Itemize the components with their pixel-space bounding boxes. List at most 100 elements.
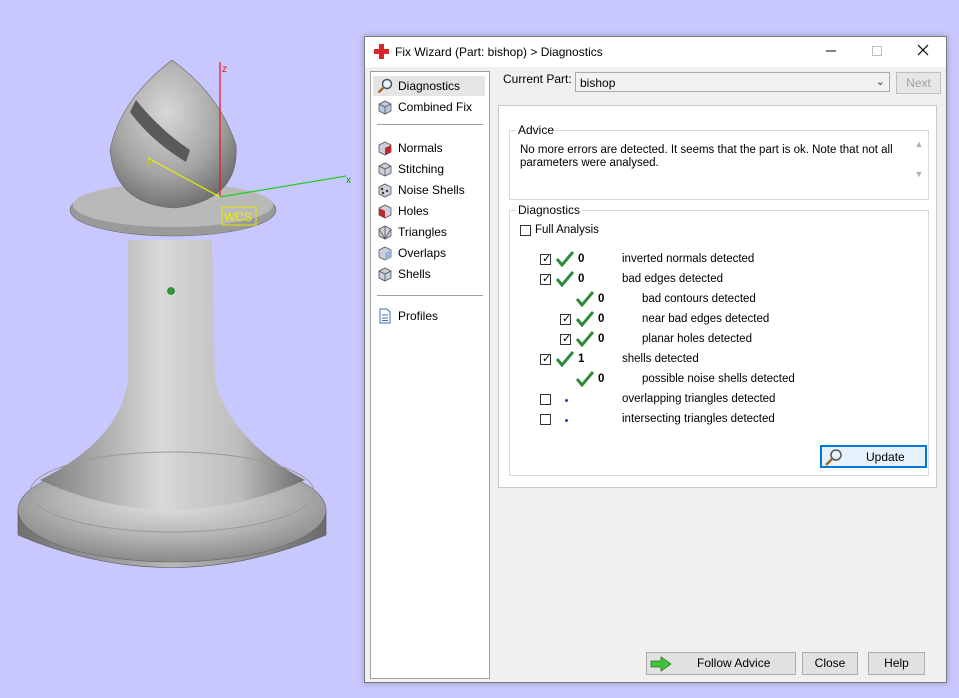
checkmark-icon: ✓	[542, 253, 552, 265]
sidebar-divider	[377, 124, 483, 125]
checkmark-icon: ✓	[562, 333, 572, 345]
diagnostics-group: Diagnostics Full Analysis ✓ 0 inverted n…	[509, 203, 929, 476]
overlapping-triangles-checkbox[interactable]	[540, 394, 551, 405]
close-icon	[917, 44, 929, 56]
ok-checkmark-icon	[556, 251, 574, 267]
sidebar-item-label: Overlaps	[398, 246, 447, 260]
maximize-icon	[872, 46, 882, 56]
follow-advice-button[interactable]: Follow Advice	[646, 652, 796, 675]
next-button[interactable]: Next	[896, 72, 941, 94]
ok-checkmark-icon	[576, 311, 594, 327]
maximize-button[interactable]	[854, 37, 900, 67]
bad-edges-checkbox[interactable]: ✓	[540, 273, 552, 285]
current-part-select[interactable]: bishop ⌄	[575, 72, 890, 92]
green-arrow-right-icon	[650, 656, 672, 672]
normals-cube-icon	[378, 141, 392, 156]
x-axis-label: x	[346, 175, 351, 186]
inverted-normals-checkbox[interactable]: ✓	[540, 253, 552, 265]
fix-wizard-dialog: Fix Wizard (Part: bishop) > Diagnostics …	[364, 36, 947, 683]
intersecting-triangles-checkbox[interactable]	[540, 414, 551, 425]
magnifier-icon	[377, 78, 393, 94]
close-button[interactable]: Close	[802, 652, 858, 675]
sidebar-item-label: Normals	[398, 141, 443, 155]
update-label: Update	[866, 450, 905, 464]
sidebar-item-profiles[interactable]: Profiles	[373, 306, 485, 326]
help-button[interactable]: Help	[868, 652, 925, 675]
advice-title: Advice	[516, 123, 557, 137]
document-icon	[379, 308, 391, 324]
dialog-title: Fix Wizard (Part: bishop) > Diagnostics	[395, 45, 603, 59]
wizard-sidebar: Diagnostics Combined Fix Normals Stitchi…	[370, 71, 490, 679]
magnifier-icon	[825, 449, 842, 466]
sidebar-item-label: Holes	[398, 204, 429, 218]
3d-viewport[interactable]: z x y WCS	[0, 0, 365, 695]
holes-cube-icon	[378, 204, 392, 219]
checkmark-icon: ✓	[562, 313, 572, 325]
intersecting-triangles-label: intersecting triangles detected	[622, 413, 775, 425]
overlaps-cube-icon	[378, 246, 392, 261]
shells-label: shells detected	[622, 353, 699, 365]
combined-fix-icon	[378, 100, 392, 115]
sidebar-item-overlaps[interactable]: Overlaps	[373, 243, 485, 263]
ok-checkmark-icon	[556, 271, 574, 287]
current-part-value: bishop	[580, 76, 616, 90]
planar-holes-label: planar holes detected	[642, 333, 752, 345]
sidebar-item-label: Stitching	[398, 162, 445, 176]
sidebar-item-label: Shells	[398, 267, 431, 281]
near-bad-edges-label: near bad edges detected	[642, 313, 770, 325]
y-axis-label: y	[147, 157, 152, 168]
diagnostics-panel: Advice No more errors are detected. It s…	[498, 105, 937, 488]
sidebar-item-normals[interactable]: Normals	[373, 138, 485, 158]
stitching-cube-icon	[378, 162, 392, 177]
bad-contours-count: 0	[598, 293, 605, 305]
ok-checkmark-icon	[576, 371, 594, 387]
sidebar-item-shells[interactable]: Shells	[373, 264, 485, 284]
update-button[interactable]: Update	[820, 445, 927, 468]
sidebar-item-label: Triangles	[398, 225, 447, 239]
triangles-cube-icon	[378, 225, 392, 240]
advice-scrollbar[interactable]: ▲ ▼	[912, 139, 926, 183]
near-bad-edges-count: 0	[598, 313, 605, 325]
sidebar-item-holes[interactable]: Holes	[373, 201, 485, 221]
sidebar-item-label: Combined Fix	[398, 100, 473, 114]
sidebar-item-diagnostics[interactable]: Diagnostics	[373, 76, 485, 96]
overlapping-triangles-label: overlapping triangles detected	[622, 393, 776, 405]
advice-group: Advice No more errors are detected. It s…	[509, 123, 929, 200]
sidebar-item-triangles[interactable]: Triangles	[373, 222, 485, 242]
ok-checkmark-icon	[576, 291, 594, 307]
noise-shells-cube-icon	[378, 183, 392, 198]
sidebar-item-noise-shells[interactable]: Noise Shells	[373, 180, 485, 200]
diagnostics-title: Diagnostics	[516, 203, 583, 217]
close-window-button[interactable]	[900, 37, 946, 67]
bad-contours-label: bad contours detected	[642, 293, 756, 305]
planar-holes-checkbox[interactable]: ✓	[560, 333, 572, 345]
bad-edges-count: 0	[578, 273, 585, 285]
near-bad-edges-checkbox[interactable]: ✓	[560, 313, 572, 325]
noise-shells-label: possible noise shells detected	[642, 373, 795, 385]
sidebar-item-stitching[interactable]: Stitching	[373, 159, 485, 179]
wcs-label: WCS	[224, 210, 252, 224]
full-analysis-checkbox[interactable]	[520, 225, 531, 236]
bad-edges-label: bad edges detected	[622, 273, 724, 285]
full-analysis-label: Full Analysis	[535, 224, 599, 236]
minimize-button[interactable]	[808, 37, 854, 67]
title-bar[interactable]: Fix Wizard (Part: bishop) > Diagnostics	[365, 37, 946, 67]
checkmark-icon: ✓	[542, 273, 552, 285]
ok-checkmark-icon	[556, 351, 574, 367]
z-axis-label: z	[222, 64, 227, 75]
sidebar-item-label: Noise Shells	[398, 183, 465, 197]
shells-checkbox[interactable]: ✓	[540, 353, 551, 365]
ok-checkmark-icon	[576, 331, 594, 347]
bishop-model-render: z x y WCS	[17, 59, 351, 568]
shells-count: 1	[578, 353, 585, 365]
planar-holes-count: 0	[598, 333, 605, 345]
fix-wizard-cross-icon	[374, 44, 389, 59]
chevron-down-icon: ⌄	[875, 76, 885, 88]
sidebar-item-combined-fix[interactable]: Combined Fix	[373, 97, 485, 117]
inverted-normals-count: 0	[578, 253, 585, 265]
current-part-label: Current Part:	[503, 72, 572, 86]
advice-text: No more errors are detected. It seems th…	[520, 144, 893, 169]
sidebar-divider	[377, 295, 483, 296]
sidebar-item-label: Profiles	[398, 309, 439, 323]
follow-advice-label: Follow Advice	[697, 656, 771, 670]
